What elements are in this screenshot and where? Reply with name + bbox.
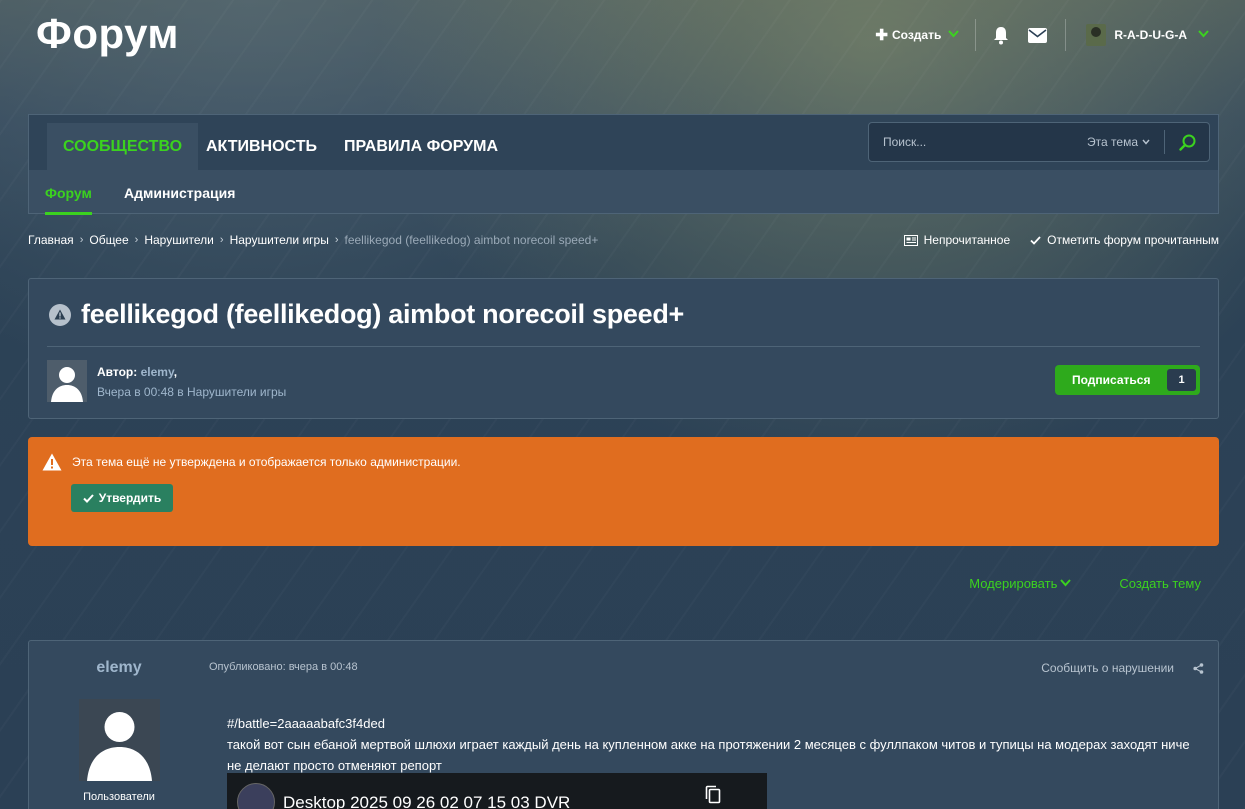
- search-box: Эта тема: [868, 122, 1210, 162]
- search-icon: [1178, 134, 1195, 151]
- moderate-label: Модерировать: [969, 576, 1058, 591]
- subtab-forum[interactable]: Форум: [45, 170, 92, 215]
- chevron-right-icon: ›: [79, 234, 84, 246]
- post-date[interactable]: Опубликовано: вчера в 00:48: [209, 661, 358, 673]
- site-title[interactable]: Форум: [36, 10, 179, 58]
- warning-icon: [42, 453, 62, 471]
- video-title: Desktop 2025 09 26 02 07 15 03 DVR: [283, 793, 571, 809]
- divider: [47, 346, 1200, 347]
- create-button[interactable]: ✚ Создать: [875, 26, 975, 44]
- messages-button[interactable]: [1019, 27, 1065, 43]
- moderation-bar: Модерировать Создать тему: [969, 576, 1201, 591]
- breadcrumb-item[interactable]: Нарушители: [144, 233, 214, 247]
- post-text-line: такой вот сын ебаной мертвой шлюхи играе…: [227, 737, 1190, 773]
- search-input[interactable]: [869, 135, 1088, 149]
- topic-posted-info: Вчера в 00:48 в Нарушители игры: [97, 385, 287, 399]
- author-avatar[interactable]: [47, 360, 87, 402]
- chevron-down-icon: [948, 29, 960, 41]
- mark-read-label: Отметить форум прочитанным: [1047, 233, 1219, 247]
- post-text-line: #/battle=2aaaaabafc3f4ded: [227, 716, 385, 731]
- chevron-down-icon: [1198, 29, 1209, 41]
- follow-button[interactable]: Подписаться 1: [1055, 365, 1200, 395]
- search-button[interactable]: [1165, 123, 1209, 161]
- newspaper-icon: [903, 234, 918, 246]
- topic-title: feellikegod (feellikedog) aimbot norecoi…: [81, 299, 684, 329]
- post: elemy Пользователи Опубликовано: вчера в…: [28, 640, 1219, 809]
- chevron-down-icon: [1060, 578, 1072, 590]
- breadcrumb-item[interactable]: Общее: [89, 233, 128, 247]
- tab-community[interactable]: СООБЩЕСТВО: [47, 123, 199, 170]
- breadcrumb-item[interactable]: Главная: [28, 233, 74, 247]
- mark-read-link[interactable]: Отметить форум прочитанным: [1030, 233, 1219, 247]
- warning-message: Эта тема ещё не утверждена и отображаетс…: [42, 453, 461, 471]
- follow-label: Подписаться: [1072, 373, 1151, 387]
- topic-title-row: feellikegod (feellikedog) aimbot norecoi…: [49, 299, 684, 330]
- approve-button[interactable]: Утвердить: [71, 484, 173, 512]
- unread-link[interactable]: Непрочитанное: [903, 233, 1011, 247]
- post-author-group: Пользователи: [83, 791, 155, 803]
- author-meta: Автор: elemy, Вчера в 00:48 в Нарушители…: [97, 362, 286, 402]
- post-author-avatar[interactable]: [79, 699, 160, 781]
- follow-count: 1: [1167, 369, 1196, 391]
- main-navigation: СООБЩЕСТВО АКТИВНОСТЬ ПРАВИЛА ФОРУМА Эта…: [28, 114, 1219, 215]
- moderate-menu[interactable]: Модерировать: [969, 576, 1072, 591]
- author-name[interactable]: elemy: [141, 365, 174, 379]
- subtab-administration[interactable]: Администрация: [124, 170, 235, 215]
- approve-label: Утвердить: [98, 491, 162, 505]
- breadcrumb-actions: Непрочитанное Отметить форум прочитанным: [903, 233, 1219, 247]
- unread-label: Непрочитанное: [923, 233, 1011, 247]
- user-menu[interactable]: R-A-D-U-G-A: [1066, 24, 1209, 46]
- check-icon: [1030, 235, 1041, 245]
- plus-icon: ✚: [875, 27, 888, 44]
- check-icon: [83, 493, 94, 503]
- author-suffix: ,: [173, 365, 178, 379]
- search-scope-label: Эта тема: [1087, 135, 1138, 149]
- breadcrumb-current: feellikegod (feellikedog) aimbot norecoi…: [344, 233, 599, 247]
- breadcrumb: Главная › Общее › Нарушители › Нарушител…: [28, 233, 598, 247]
- warning-text: Эта тема ещё не утверждена и отображаетс…: [72, 455, 461, 469]
- user-bar: ✚ Создать R-A-D-U-G-A: [875, 18, 1209, 52]
- chevron-right-icon: ›: [334, 234, 339, 246]
- topic-header: feellikegod (feellikedog) aimbot norecoi…: [28, 278, 1219, 419]
- tab-activity[interactable]: АКТИВНОСТЬ: [190, 123, 333, 170]
- author-label: Автор:: [97, 365, 138, 379]
- breadcrumb-item[interactable]: Нарушители игры: [230, 233, 329, 247]
- chevron-right-icon: ›: [219, 234, 224, 246]
- notifications-button[interactable]: [976, 26, 1019, 45]
- post-author-name[interactable]: elemy: [29, 659, 209, 677]
- username: R-A-D-U-G-A: [1114, 28, 1187, 42]
- share-button[interactable]: [1193, 661, 1204, 679]
- warning-icon: [49, 303, 71, 326]
- copy-icon: [705, 785, 721, 804]
- search-scope-select[interactable]: Эта тема: [1087, 135, 1164, 149]
- chevron-right-icon: ›: [134, 234, 139, 246]
- bell-icon: [994, 26, 1009, 44]
- post-content: #/battle=2aaaaabafc3f4ded такой вот сын …: [227, 713, 1207, 776]
- user-avatar: [1086, 24, 1107, 46]
- create-label: Создать: [891, 28, 942, 42]
- chevron-down-icon: [1142, 139, 1150, 145]
- report-link[interactable]: Сообщить о нарушении: [1041, 661, 1174, 675]
- tab-forum-rules[interactable]: ПРАВИЛА ФОРУМА: [328, 123, 514, 170]
- unapproved-warning: Эта тема ещё не утверждена и отображаетс…: [28, 437, 1219, 546]
- create-topic-link[interactable]: Создать тему: [1119, 576, 1201, 591]
- video-embed[interactable]: Desktop 2025 09 26 02 07 15 03 DVR: [227, 773, 767, 809]
- channel-avatar: [237, 783, 275, 809]
- copy-link-button[interactable]: [705, 785, 721, 809]
- envelope-icon: [1028, 27, 1048, 43]
- share-icon: [1193, 663, 1204, 674]
